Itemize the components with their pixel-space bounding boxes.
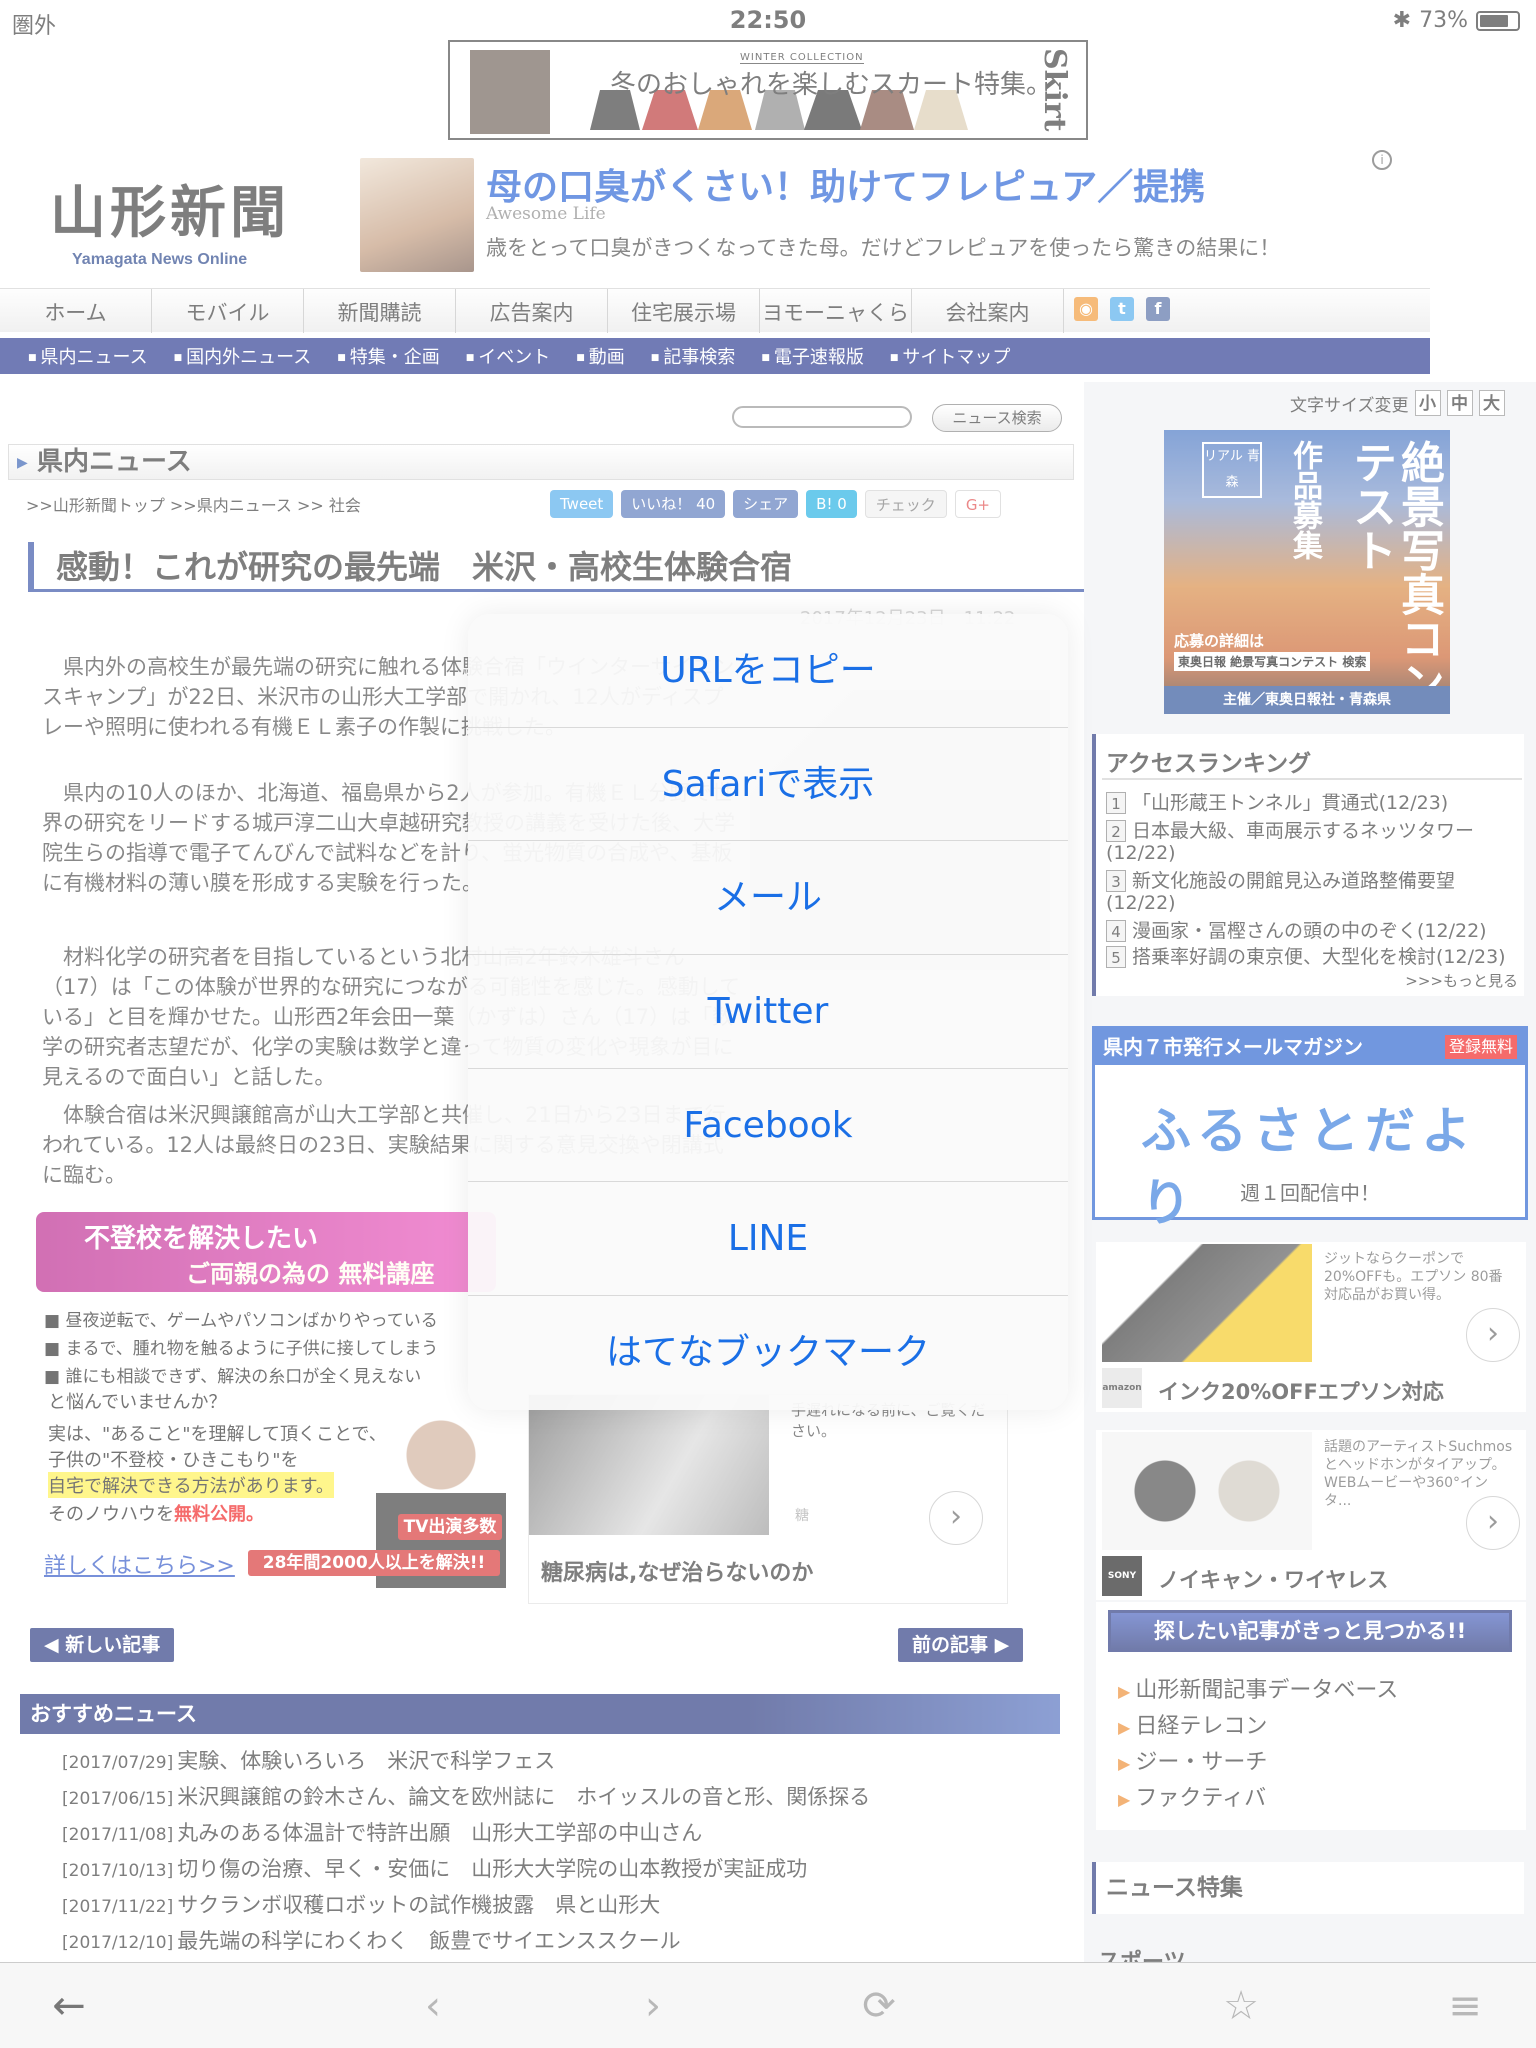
facebook-option[interactable]: Facebook xyxy=(468,1069,1068,1183)
star-icon[interactable]: ☆ xyxy=(1218,1983,1264,2029)
chevron-left-icon[interactable]: ‹ xyxy=(410,1983,456,2029)
copy-url-option[interactable]: URLをコピー xyxy=(468,614,1068,728)
menu-icon[interactable]: ≡ xyxy=(1442,1983,1488,2029)
bottom-toolbar: ← ‹ › ⟳ ☆ ≡ xyxy=(0,1962,1536,2048)
chevron-right-icon[interactable]: › xyxy=(630,1983,676,2029)
share-sheet: URLをコピー Safariで表示 メール Twitter Facebook L… xyxy=(468,614,1068,1410)
back-arrow-icon[interactable]: ← xyxy=(46,1983,92,2029)
open-in-safari-option[interactable]: Safariで表示 xyxy=(468,728,1068,842)
hatena-bookmark-option[interactable]: はてなブックマーク xyxy=(468,1296,1068,1410)
line-option[interactable]: LINE xyxy=(468,1182,1068,1297)
mail-option[interactable]: メール xyxy=(468,841,1068,956)
twitter-option[interactable]: Twitter xyxy=(468,955,1068,1069)
refresh-icon[interactable]: ⟳ xyxy=(856,1983,902,2029)
